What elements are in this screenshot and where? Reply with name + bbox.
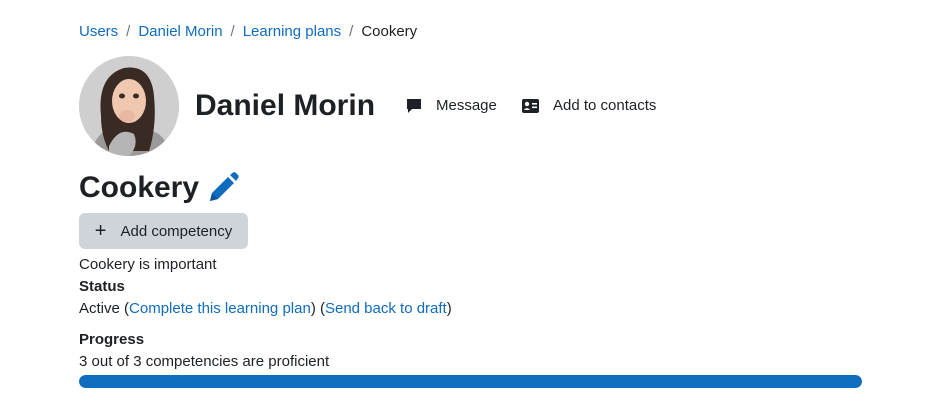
status-heading: Status bbox=[79, 278, 125, 295]
progress-bar-fill bbox=[79, 375, 862, 388]
breadcrumb-separator: / bbox=[349, 23, 354, 40]
complete-plan-link[interactable]: Complete this learning plan bbox=[129, 300, 311, 317]
plan-description: Cookery is important bbox=[79, 256, 217, 273]
breadcrumb-current: Cookery bbox=[361, 23, 418, 40]
message-label: Message bbox=[436, 97, 497, 114]
plan-title: Cookery bbox=[79, 170, 239, 206]
status-value: Active bbox=[79, 300, 120, 317]
breadcrumb-learning-plans[interactable]: Learning plans bbox=[243, 23, 341, 40]
plus-icon: + bbox=[94, 220, 107, 242]
progress-heading: Progress bbox=[79, 331, 145, 348]
add-competency-button[interactable]: + Add competency bbox=[79, 213, 248, 249]
breadcrumb-separator: / bbox=[230, 23, 235, 40]
status-line: Active (Complete this learning plan) (Se… bbox=[79, 300, 452, 317]
breadcrumb-user[interactable]: Daniel Morin bbox=[138, 23, 222, 40]
avatar-image bbox=[79, 56, 179, 156]
comment-icon bbox=[407, 99, 421, 113]
breadcrumb-separator: / bbox=[126, 23, 131, 40]
message-button[interactable]: Message bbox=[406, 96, 497, 116]
user-name: Daniel Morin bbox=[195, 89, 376, 122]
address-card-icon bbox=[522, 99, 539, 113]
breadcrumb-users[interactable]: Users bbox=[79, 23, 118, 40]
add-to-contacts-label: Add to contacts bbox=[553, 97, 657, 114]
avatar[interactable] bbox=[79, 56, 179, 156]
add-competency-label: Add competency bbox=[120, 222, 233, 240]
progress-bar bbox=[79, 375, 862, 388]
plan-title-text: Cookery bbox=[79, 171, 200, 204]
send-back-to-draft-link[interactable]: Send back to draft bbox=[325, 300, 447, 317]
pencil-icon[interactable] bbox=[207, 172, 239, 204]
progress-text: 3 out of 3 competencies are proficient bbox=[79, 353, 330, 370]
breadcrumb: Users / Daniel Morin / Learning plans / … bbox=[79, 23, 417, 40]
add-to-contacts-button[interactable]: Add to contacts bbox=[522, 96, 656, 116]
